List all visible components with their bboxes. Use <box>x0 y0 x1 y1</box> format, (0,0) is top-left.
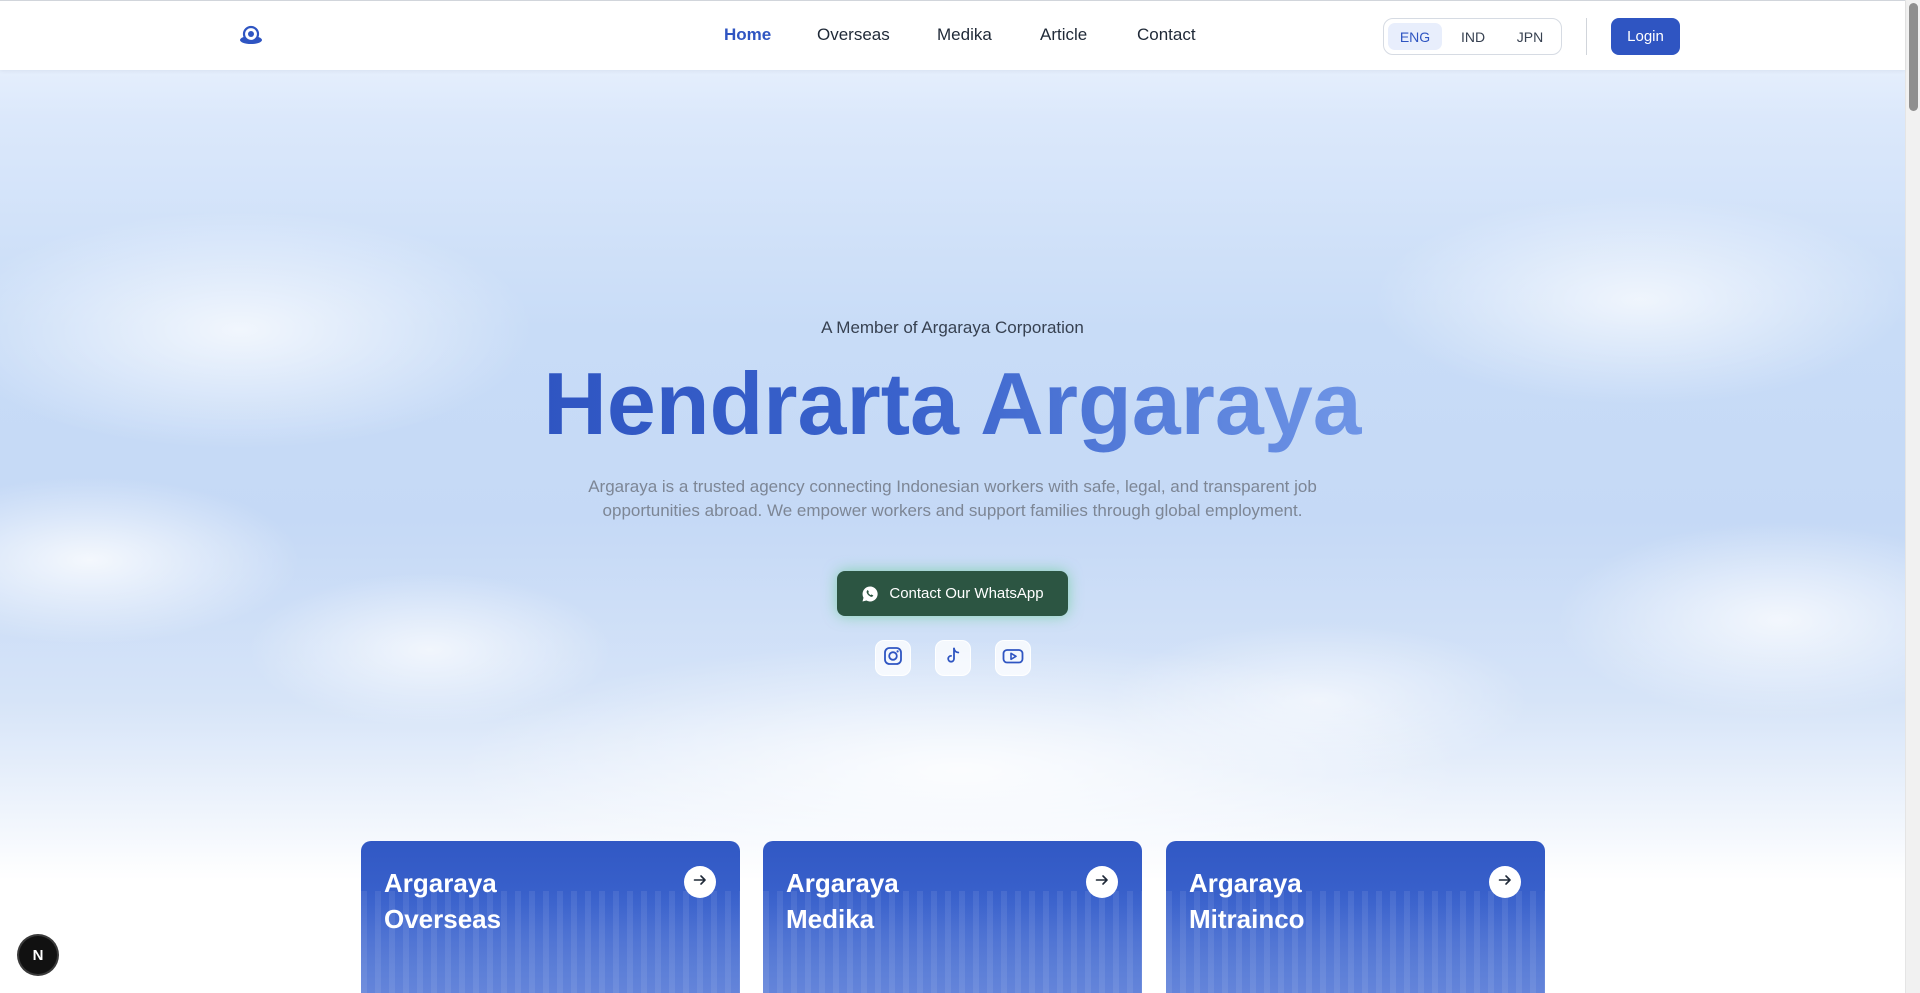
lang-eng-button[interactable]: ENG <box>1388 23 1442 50</box>
card-title: Argaraya Overseas <box>384 865 604 937</box>
youtube-link[interactable] <box>995 640 1031 676</box>
card-argaraya-medika[interactable]: Argaraya Medika <box>763 841 1142 993</box>
instagram-link[interactable] <box>875 640 911 676</box>
card-argaraya-overseas[interactable]: Argaraya Overseas <box>361 841 740 993</box>
youtube-icon <box>1002 646 1024 671</box>
company-logo-icon[interactable] <box>238 25 264 45</box>
card-title: Argaraya Medika <box>786 865 1006 937</box>
nav-home[interactable]: Home <box>724 25 771 45</box>
whatsapp-icon <box>861 585 879 603</box>
nav-overseas[interactable]: Overseas <box>817 25 890 45</box>
card-title-line1: Argaraya <box>786 868 899 898</box>
hero-eyebrow: A Member of Argaraya Corporation <box>821 318 1084 337</box>
card-argaraya-mitrainco[interactable]: Argaraya Mitrainco <box>1166 841 1545 993</box>
lang-ind-button[interactable]: IND <box>1446 23 1500 50</box>
scrollbar-thumb[interactable] <box>1909 3 1918 111</box>
login-button[interactable]: Login <box>1611 18 1680 55</box>
card-title-line1: Argaraya <box>1189 868 1302 898</box>
card-title-line1: Argaraya <box>384 868 497 898</box>
hero-description: Argaraya is a trusted agency connecting … <box>588 477 1317 520</box>
nextjs-dev-badge[interactable]: N <box>19 936 57 974</box>
arrow-right-icon <box>692 872 708 893</box>
card-arrow-button[interactable] <box>684 866 716 898</box>
arrow-right-icon <box>1497 872 1513 893</box>
hero-title: Hendrarta Argaraya <box>0 354 1905 454</box>
nav-medika[interactable]: Medika <box>937 25 992 45</box>
header-divider <box>1586 18 1587 55</box>
lang-jpn-button[interactable]: JPN <box>1503 23 1557 50</box>
nav-contact[interactable]: Contact <box>1137 25 1196 45</box>
instagram-icon <box>883 646 903 671</box>
card-arrow-button[interactable] <box>1086 866 1118 898</box>
card-title-line2: Overseas <box>384 904 502 934</box>
whatsapp-contact-button[interactable]: Contact Our WhatsApp <box>837 571 1068 616</box>
whatsapp-button-label: Contact Our WhatsApp <box>889 585 1044 602</box>
tiktok-icon <box>943 646 963 671</box>
card-title-line2: Mitrainco <box>1189 904 1305 934</box>
tiktok-link[interactable] <box>935 640 971 676</box>
card-title: Argaraya Mitrainco <box>1189 865 1409 937</box>
arrow-right-icon <box>1094 872 1110 893</box>
card-arrow-button[interactable] <box>1489 866 1521 898</box>
top-navbar: Home Overseas Medika Article Contact ENG… <box>0 0 1905 70</box>
nav-article[interactable]: Article <box>1040 25 1087 45</box>
hero-title-text: Hendrarta Argaraya <box>543 354 1362 453</box>
card-title-line2: Medika <box>786 904 875 934</box>
page-scrollbar[interactable] <box>1905 0 1920 993</box>
language-switcher: ENG IND JPN <box>1383 18 1562 55</box>
